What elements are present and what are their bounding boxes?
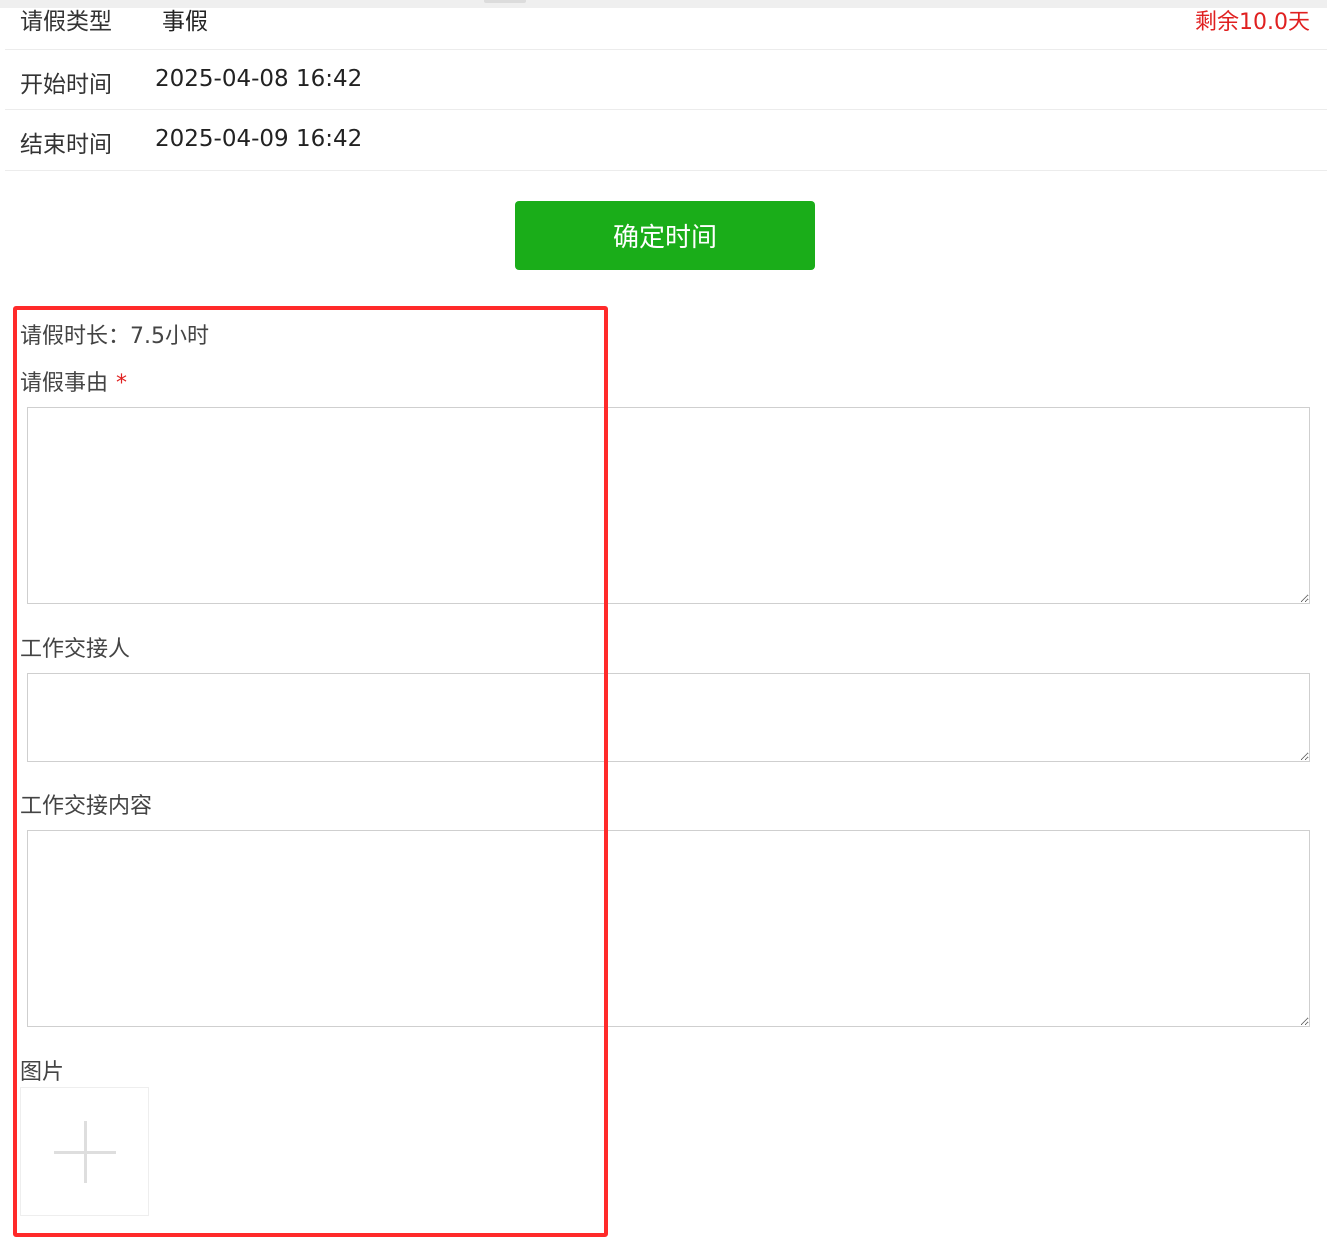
end-time-label: 结束时间 (20, 132, 112, 158)
reason-label-text: 请假事由 (20, 371, 109, 396)
remaining-days: 剩余10.0天 (1195, 10, 1310, 35)
leave-type-row[interactable]: 请假类型 事假 剩余10.0天 (5, 0, 1327, 50)
start-time-value[interactable]: 2025-04-08 16:42 (155, 66, 362, 92)
reason-label: 请假事由 * (20, 365, 127, 397)
handover-content-textarea[interactable] (27, 830, 1310, 1027)
leave-duration-text: 请假时长：7.5小时 (20, 324, 209, 349)
end-time-value[interactable]: 2025-04-09 16:42 (155, 126, 362, 152)
image-upload-button[interactable] (20, 1087, 149, 1216)
leave-type-label: 请假类型 (20, 9, 112, 35)
images-label: 图片 (20, 1060, 65, 1085)
confirm-time-button[interactable]: 确定时间 (515, 201, 815, 270)
start-time-row[interactable]: 开始时间 2025-04-08 16:42 (5, 50, 1327, 110)
leave-type-value[interactable]: 事假 (162, 2, 208, 36)
reason-textarea[interactable] (27, 407, 1310, 604)
handover-content-label: 工作交接内容 (20, 794, 153, 819)
end-time-row[interactable]: 结束时间 2025-04-09 16:42 (5, 110, 1327, 171)
required-mark: * (116, 371, 128, 396)
handover-person-textarea[interactable] (27, 673, 1310, 762)
handover-person-label: 工作交接人 (20, 637, 131, 662)
start-time-label: 开始时间 (20, 72, 112, 98)
